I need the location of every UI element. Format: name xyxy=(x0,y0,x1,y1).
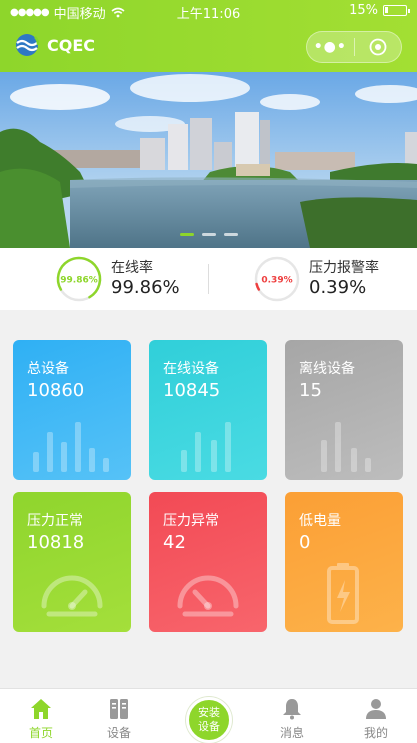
app-logo: CQEC xyxy=(15,33,95,57)
card-label: 低电量 xyxy=(299,513,341,529)
target-circle-icon xyxy=(369,38,387,56)
card-value: 15 xyxy=(299,380,322,401)
card-value: 10845 xyxy=(163,380,221,401)
tab-label: 首页 xyxy=(28,726,53,740)
more-dots-icon[interactable]: •●• xyxy=(307,39,354,55)
header-bar: ●●●●● 中国移动 上午11:06 15% CQEC •●• xyxy=(0,0,417,72)
card-label: 离线设备 xyxy=(299,361,355,377)
card-value: 10860 xyxy=(27,380,85,401)
card-total-devices[interactable]: 总设备 10860 xyxy=(13,340,131,480)
carousel-indicators xyxy=(0,233,417,236)
online-rate-label: 在线率 xyxy=(111,260,153,276)
tab-devices[interactable]: 设备 xyxy=(84,689,154,743)
app-page: ●●●●● 中国移动 上午11:06 15% CQEC •●• 99.86% 在… xyxy=(0,0,417,743)
stat-divider xyxy=(208,264,209,294)
logo-wave-icon xyxy=(16,34,40,56)
card-online-devices[interactable]: 在线设备 10845 xyxy=(149,340,267,480)
pressure-alarm-stat: 0.39% 压力报警率 0.39% xyxy=(253,255,379,303)
card-value: 10818 xyxy=(27,532,85,553)
banner-image xyxy=(0,72,417,248)
pressure-alarm-ring: 0.39% xyxy=(254,256,300,302)
battery-low-icon xyxy=(327,563,359,624)
pressure-alarm-label: 压力报警率 xyxy=(309,260,379,276)
bar-chart-icon xyxy=(321,422,371,472)
logo-text: CQEC xyxy=(47,35,96,55)
pressure-alarm-ring-text: 0.39% xyxy=(261,276,292,286)
card-label: 压力异常 xyxy=(163,513,219,529)
carousel-dot[interactable] xyxy=(201,233,216,236)
online-rate-stat: 99.86% 在线率 99.86% xyxy=(55,255,180,303)
close-target-button[interactable] xyxy=(354,38,401,56)
device-icon xyxy=(110,699,128,719)
home-icon xyxy=(31,699,51,719)
tab-home[interactable]: 首页 xyxy=(6,689,76,743)
tab-label: 设备 xyxy=(106,726,131,740)
card-pressure-abnormal[interactable]: 压力异常 42 xyxy=(149,492,267,632)
online-rate-ring-text: 99.86% xyxy=(60,276,98,286)
online-rate-value: 99.86% xyxy=(111,277,180,298)
install-device-button[interactable]: 安装 设备 xyxy=(186,697,232,743)
bell-icon xyxy=(283,699,301,720)
card-label: 总设备 xyxy=(27,361,69,377)
pressure-alarm-value: 0.39% xyxy=(309,277,367,298)
card-label: 在线设备 xyxy=(163,361,219,377)
gauge-icon xyxy=(41,575,103,617)
card-value: 42 xyxy=(163,532,186,553)
mini-program-capsule: •●• xyxy=(306,31,402,63)
card-low-battery[interactable]: 低电量 0 xyxy=(285,492,403,632)
user-icon xyxy=(366,699,386,719)
install-label-line2: 设备 xyxy=(198,720,220,733)
install-label-line1: 安装 xyxy=(198,706,220,719)
battery-icon xyxy=(383,5,410,16)
battery-percent: 15% xyxy=(349,3,378,18)
carousel-dot[interactable] xyxy=(179,233,194,236)
card-label: 压力正常 xyxy=(27,513,83,529)
tab-messages[interactable]: 消息 xyxy=(257,689,327,743)
bar-chart-icon xyxy=(181,422,231,472)
bar-chart-icon xyxy=(33,422,109,472)
status-bar: ●●●●● 中国移动 上午11:06 15% xyxy=(0,0,417,22)
card-pressure-normal[interactable]: 压力正常 10818 xyxy=(13,492,131,632)
card-offline-devices[interactable]: 离线设备 15 xyxy=(285,340,403,480)
tab-profile[interactable]: 我的 xyxy=(341,689,411,743)
carousel-dot[interactable] xyxy=(223,233,238,236)
tab-label: 我的 xyxy=(363,726,388,740)
card-value: 0 xyxy=(299,532,311,553)
banner-carousel[interactable] xyxy=(0,72,417,248)
rate-summary: 99.86% 在线率 99.86% 0.39% 压力报警率 0.39% xyxy=(0,248,417,310)
tab-label: 消息 xyxy=(279,726,304,740)
online-rate-ring: 99.86% xyxy=(56,256,102,302)
gauge-icon xyxy=(177,575,239,617)
